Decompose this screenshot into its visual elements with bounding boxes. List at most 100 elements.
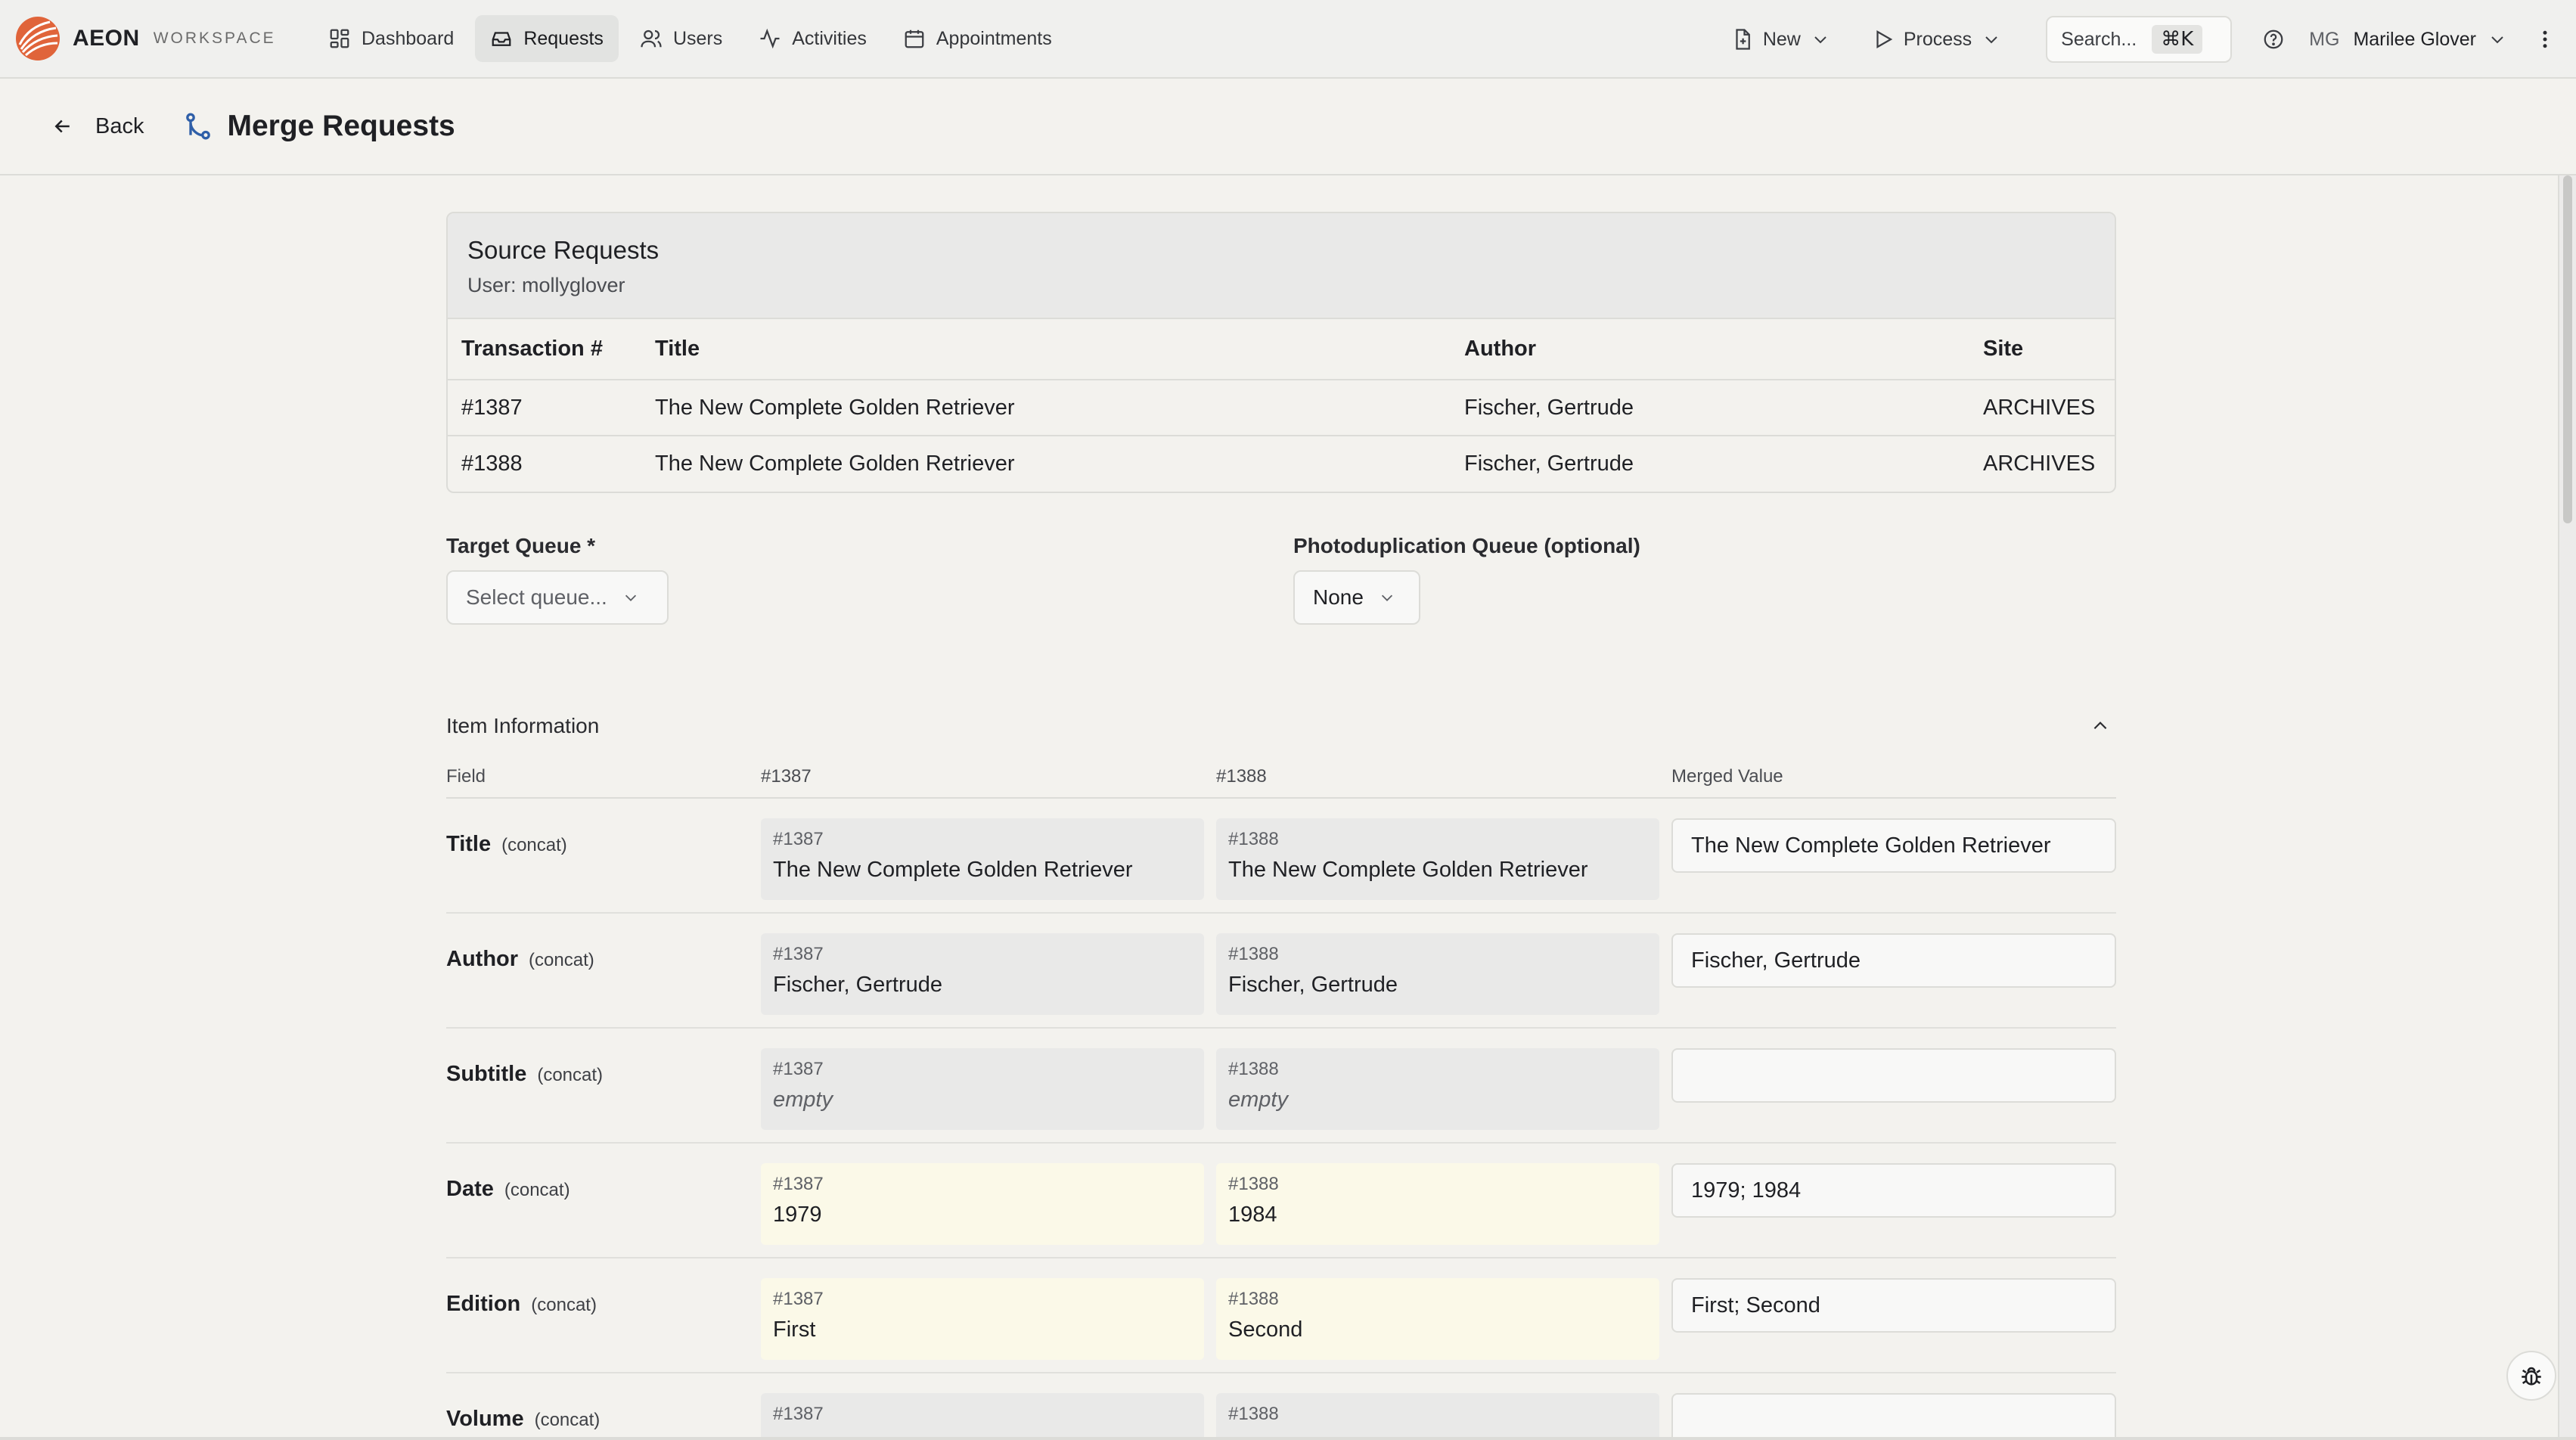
- process-menu-button[interactable]: Process: [1860, 16, 2013, 63]
- merged-value-input[interactable]: First; Second: [1671, 1278, 2116, 1333]
- title-cell: The New Complete Golden Retriever: [655, 452, 1015, 476]
- nav-activities[interactable]: Activities: [743, 15, 882, 62]
- field-label: Author: [446, 947, 519, 971]
- search-shortcut-badge: ⌘K: [2152, 25, 2203, 54]
- nav-dashboard[interactable]: Dashboard: [313, 15, 469, 62]
- help-button[interactable]: [2250, 16, 2297, 63]
- source-value: empty: [773, 1088, 833, 1112]
- bug-icon: [2522, 1367, 2541, 1386]
- merged-value-input[interactable]: [1671, 1393, 2116, 1440]
- nav-label: Dashboard: [362, 27, 455, 49]
- source-ref: #1388: [1228, 1289, 1279, 1309]
- title-cell: The New Complete Golden Retriever: [641, 380, 1451, 436]
- search-placeholder: Search...: [2061, 28, 2137, 50]
- source-value-a[interactable]: #1387 The New Complete Golden Retriever: [761, 818, 1204, 900]
- source-ref: #1387: [773, 1289, 824, 1309]
- source-ref: #1388: [1228, 1174, 1279, 1194]
- transaction-cell: #1388: [461, 452, 523, 476]
- queue-selection: Target Queue * Select queue... Photodupl…: [446, 493, 2116, 637]
- chevron-down-icon: [1985, 36, 1997, 44]
- merge-mode: (concat): [537, 1065, 604, 1085]
- table-row[interactable]: #1388 The New Complete Golden Retriever …: [448, 436, 2115, 492]
- source-value-b[interactable]: #1388 1984: [1216, 1163, 1659, 1245]
- new-menu-button[interactable]: New: [1719, 16, 1842, 63]
- merged-value: 1979; 1984: [1691, 1178, 1802, 1203]
- new-label: New: [1762, 28, 1801, 50]
- nav-users[interactable]: Users: [625, 15, 737, 62]
- section-title: Item Information: [446, 714, 600, 737]
- chevron-down-icon: [1814, 36, 1826, 44]
- source-value-a[interactable]: #1387 1979: [761, 1163, 1204, 1245]
- inbox-icon: [492, 32, 511, 46]
- toolbar-right: New Process Search... ⌘K MG Marilee Glov…: [1719, 0, 2576, 79]
- field-row-subtitle: Subtitle (concat) #1387 empty #1388 empty: [446, 1029, 2116, 1144]
- nav-requests[interactable]: Requests: [475, 15, 619, 62]
- column-header: Transaction #: [448, 319, 641, 380]
- source-value-a[interactable]: #1387empty: [761, 1393, 1204, 1440]
- photoduplication-queue-value: None: [1313, 585, 1364, 609]
- source-ref: #1387: [773, 1174, 824, 1194]
- column-header: Title: [641, 319, 1451, 380]
- debug-button[interactable]: [2506, 1351, 2556, 1401]
- nav-label: Requests: [523, 27, 604, 49]
- field-row-edition: Edition (concat) #1387 First #1388 Second F…: [446, 1258, 2116, 1373]
- photoduplication-queue-select[interactable]: None: [1293, 570, 1420, 625]
- source-value-b[interactable]: #1388 Fischer, Gertrude: [1216, 933, 1659, 1015]
- photoduplication-queue-label: Photoduplication Queue (optional): [1293, 534, 1640, 557]
- source-value-a[interactable]: #1387 Fischer, Gertrude: [761, 933, 1204, 1015]
- source-value-a[interactable]: #1387 First: [761, 1278, 1204, 1360]
- field-label: Date: [446, 1177, 494, 1201]
- source-requests-user: User: mollyglover: [467, 274, 625, 296]
- source-value-b[interactable]: #1388 The New Complete Golden Retriever: [1216, 818, 1659, 900]
- source-value-b[interactable]: #1388 Second: [1216, 1278, 1659, 1360]
- item-information-toggle[interactable]: Item Information: [446, 711, 2116, 741]
- back-button[interactable]: Back: [51, 114, 144, 139]
- column-header: #1387: [761, 766, 812, 787]
- target-queue-field: Target Queue * Select queue...: [446, 493, 669, 625]
- merge-content: Source Requests User: mollyglover Transa…: [446, 212, 2116, 1440]
- column-header: Merged Value: [1671, 766, 1783, 787]
- source-ref: #1387: [773, 1404, 824, 1424]
- site-cell: ARCHIVES: [1969, 380, 2115, 436]
- back-label: Back: [95, 113, 144, 138]
- source-requests-header: Source Requests User: mollyglover: [448, 213, 2115, 319]
- field-name: Volume (concat): [446, 1393, 761, 1432]
- merge-mode: (concat): [501, 835, 567, 855]
- search-input[interactable]: Search... ⌘K: [2046, 16, 2233, 63]
- source-value-b[interactable]: #1388 empty: [1216, 1048, 1659, 1130]
- nav-appointments[interactable]: Appointments: [888, 15, 1067, 62]
- arrow-left-icon: [54, 119, 70, 133]
- vertical-scrollbar[interactable]: [2558, 175, 2576, 1440]
- top-navigation-bar: AEON WORKSPACE Dashboard Requests Users …: [0, 0, 2576, 79]
- source-value-a[interactable]: #1387empty: [761, 1048, 1204, 1130]
- target-queue-select[interactable]: Select queue...: [446, 570, 669, 625]
- merge-mode: (concat): [531, 1295, 597, 1315]
- field-row-volume: Volume (concat) #1387empty #1388empty: [446, 1373, 2116, 1440]
- main-nav: Dashboard Requests Users Activities Appo…: [313, 15, 1073, 62]
- field-grid-header: Field #1387 #1388 Merged Value: [446, 756, 2116, 799]
- source-ref: #1388: [1228, 1404, 1279, 1424]
- more-vertical-icon[interactable]: [2534, 28, 2556, 51]
- brand[interactable]: AEON WORKSPACE: [15, 16, 287, 61]
- source-value-b[interactable]: #1388empty: [1216, 1393, 1659, 1440]
- column-header: Field: [446, 766, 486, 787]
- merged-value-input[interactable]: The New Complete Golden Retriever: [1671, 818, 2116, 873]
- merged-value-input[interactable]: [1671, 1048, 2116, 1103]
- table-row[interactable]: #1387 The New Complete Golden Retriever …: [448, 380, 2115, 436]
- target-queue-placeholder: Select queue...: [466, 585, 607, 609]
- site-cell: ARCHIVES: [1983, 452, 2096, 476]
- field-label: Title: [446, 832, 492, 856]
- merged-value: First; Second: [1691, 1293, 1820, 1317]
- merged-value: The New Complete Golden Retriever: [1691, 833, 2051, 858]
- source-value: empty: [1228, 1088, 1288, 1112]
- merged-value-input[interactable]: 1979; 1984: [1671, 1163, 2116, 1218]
- source-ref: #1388: [1228, 944, 1279, 964]
- new-document-icon: [1736, 29, 1750, 50]
- merged-value-input[interactable]: Fischer, Gertrude: [1671, 933, 2116, 988]
- brand-name: AEON: [73, 26, 140, 51]
- source-ref: #1388: [1228, 1059, 1279, 1079]
- merge-mode: (concat): [529, 950, 594, 970]
- user-menu[interactable]: MG Marilee Glover: [2309, 29, 2506, 51]
- scrollbar-thumb[interactable]: [2563, 175, 2572, 523]
- field-name: Subtitle (concat): [446, 1048, 761, 1087]
